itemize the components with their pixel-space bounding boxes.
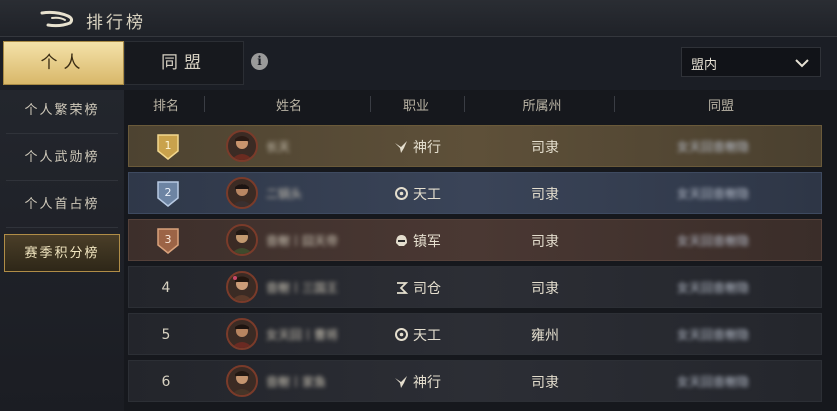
sidebar-item-first-capture[interactable]: 个人首占榜 <box>4 186 120 224</box>
player-name: 长天 <box>266 140 291 154</box>
gold-rank-badge-icon: 1 <box>157 134 179 160</box>
avatar <box>226 224 258 256</box>
player-name: 女天回丨曹将 <box>266 328 339 342</box>
grain-icon <box>397 282 409 294</box>
helmet-icon <box>396 235 407 246</box>
table-row[interactable]: 6 音榭丨家鱼 神行 司隶 女天回音榭隐 <box>128 360 822 402</box>
tab-alliance[interactable]: 同盟 <box>124 41 244 85</box>
divider <box>204 96 205 112</box>
bird-icon <box>395 141 407 153</box>
region-label: 司隶 <box>531 375 559 391</box>
bronze-rank-badge-icon: 3 <box>157 228 179 254</box>
rank-number: 3 <box>165 233 172 246</box>
table-row[interactable]: 4 音榭丨三国王 司仓 司隶 女天回音榭隐 <box>128 266 822 308</box>
region-label: 司隶 <box>531 187 559 203</box>
alliance-name: 女天回音榭隐 <box>677 140 750 154</box>
player-name: 音榭丨三国王 <box>266 281 339 295</box>
avatar <box>226 365 258 397</box>
column-rank: 排名 <box>152 99 179 114</box>
alliance-name: 女天回音榭隐 <box>677 375 750 389</box>
column-alliance: 同盟 <box>707 99 734 114</box>
job-label: 神行 <box>413 140 441 156</box>
sidebar-item-season-score[interactable]: 赛季积分榜 <box>4 234 120 272</box>
sidebar-item-prosperity[interactable]: 个人繁荣榜 <box>4 92 120 130</box>
avatar <box>226 318 258 350</box>
table-row[interactable]: 3 音榭丨囧天帝 镇军 司隶 女天回音榭隐 <box>128 219 822 261</box>
region-label: 司隶 <box>531 234 559 250</box>
sidebar: 个人繁荣榜 个人武勋榜 个人首占榜 赛季积分榜 <box>0 90 124 411</box>
player-name: 二锅头 <box>266 187 303 201</box>
sidebar-item-merit[interactable]: 个人武勋榜 <box>4 139 120 177</box>
leaderboard-table: 排名 姓名 职业 所属州 同盟 1 长天 神行 司隶 女天回音榭隐 2 二锅头 <box>124 90 837 411</box>
gear-wheel-icon <box>395 187 408 200</box>
region-label: 司隶 <box>531 140 559 156</box>
divider <box>614 96 615 112</box>
rank-number: 1 <box>165 139 172 152</box>
alliance-name: 女天回音榭隐 <box>677 234 750 248</box>
table-row[interactable]: 5 女天回丨曹将 天工 雍州 女天回音榭隐 <box>128 313 822 355</box>
bird-icon <box>395 376 407 388</box>
table-header: 排名 姓名 职业 所属州 同盟 <box>124 90 837 117</box>
page-title: 排行榜 <box>86 13 146 33</box>
job-label: 天工 <box>413 328 441 344</box>
job-label: 天工 <box>413 187 441 203</box>
divider <box>464 96 465 112</box>
divider <box>6 133 118 134</box>
alliance-name: 女天回音榭隐 <box>677 187 750 201</box>
avatar <box>226 271 258 303</box>
back-arrow-icon[interactable] <box>38 9 76 29</box>
divider <box>370 96 371 112</box>
region-label: 雍州 <box>531 328 559 344</box>
region-label: 司隶 <box>531 281 559 297</box>
job-label: 镇军 <box>413 234 441 250</box>
rank-number: 2 <box>165 186 172 199</box>
column-region: 所属州 <box>522 99 562 114</box>
job-label: 司仓 <box>413 281 441 297</box>
divider <box>6 227 118 228</box>
avatar <box>226 130 258 162</box>
rank-number: 4 <box>161 280 171 296</box>
job-label: 神行 <box>413 375 441 391</box>
player-name: 音榭丨家鱼 <box>266 375 327 389</box>
divider <box>6 180 118 181</box>
table-row[interactable]: 1 长天 神行 司隶 女天回音榭隐 <box>128 125 822 167</box>
scope-dropdown[interactable]: 盟内 <box>681 47 821 77</box>
alliance-name: 女天回音榭隐 <box>677 281 750 295</box>
rank-number: 5 <box>161 327 171 343</box>
gear-wheel-icon <box>395 328 408 341</box>
info-icon[interactable]: i <box>251 53 268 70</box>
rank-number: 6 <box>161 374 171 390</box>
column-job: 职业 <box>402 99 429 114</box>
table-row[interactable]: 2 二锅头 天工 司隶 女天回音榭隐 <box>128 172 822 214</box>
chevron-down-icon <box>795 59 809 68</box>
scope-dropdown-value: 盟内 <box>691 58 718 73</box>
player-name: 音榭丨囧天帝 <box>266 234 339 248</box>
tab-personal[interactable]: 个人 <box>3 41 124 85</box>
column-name: 姓名 <box>275 99 302 114</box>
alliance-name: 女天回音榭隐 <box>677 328 750 342</box>
silver-rank-badge-icon: 2 <box>157 181 179 207</box>
avatar <box>226 177 258 209</box>
title-bar: 排行榜 <box>0 0 837 37</box>
